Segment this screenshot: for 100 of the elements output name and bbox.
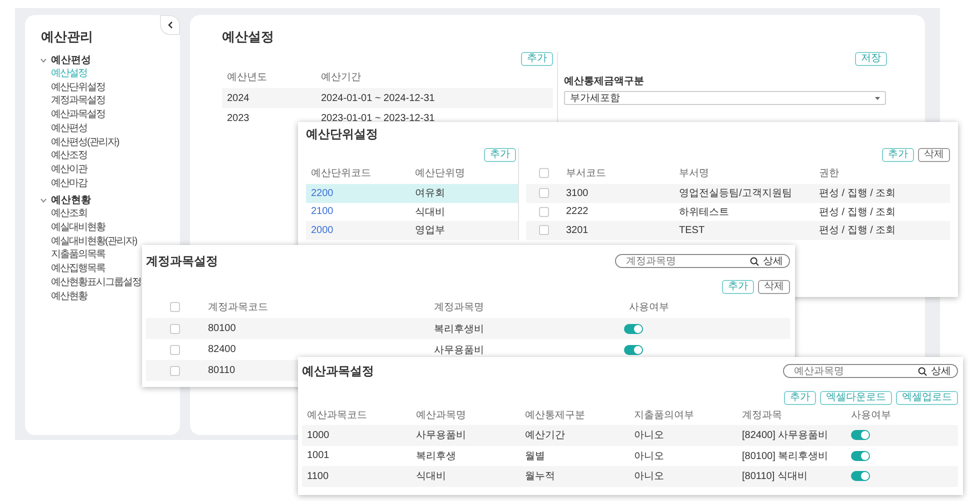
column-header: 계정과목코드 <box>207 301 269 314</box>
menu-group[interactable]: 예산현황 <box>51 193 91 208</box>
table-cell: 2100 <box>311 206 334 218</box>
table-cell-text: 복리후생 <box>416 450 456 463</box>
checkbox[interactable] <box>538 206 548 217</box>
checkbox[interactable] <box>538 225 548 236</box>
menu-group[interactable]: 예산편성 <box>51 53 91 67</box>
button[interactable]: 삭제 <box>918 148 950 162</box>
collapse-button[interactable] <box>160 15 180 35</box>
table-cell-text: 식대비 <box>415 206 445 219</box>
search-icon[interactable] <box>918 366 927 376</box>
table-row[interactable]: 2100 식대비 <box>306 202 518 221</box>
table-cell: 2024-01-01 ~ 2024-12-31 <box>321 92 435 104</box>
table-cell-text: 편성 / 집행 / 조회 <box>819 187 896 200</box>
column-header: 사용여부 <box>850 409 892 422</box>
table-cell: 80110 <box>208 365 236 376</box>
field-label: 예산통제금액구분 <box>564 75 644 88</box>
table-cell: 2200 <box>311 188 334 199</box>
table-cell: 2024 <box>227 92 250 104</box>
column-header: 지출품의여부 <box>633 409 695 422</box>
toggle-switch[interactable] <box>851 450 870 461</box>
table-cell: 2000 <box>311 224 334 236</box>
table-cell-text: [82400] 사무용품비 <box>742 429 828 442</box>
checkbox[interactable] <box>170 302 180 312</box>
table-cell-text: 편성 / 집행 / 조회 <box>819 206 896 219</box>
column-header: 예산기간 <box>320 71 362 84</box>
checkbox[interactable] <box>538 168 548 178</box>
column-header: 계정과목명 <box>433 301 485 314</box>
table-row[interactable]: 2000 영업부 <box>306 221 518 240</box>
table-cell-text: 월누적 <box>525 470 555 484</box>
toggle-switch[interactable] <box>851 471 870 482</box>
window-title: 예산과목설정 <box>302 363 374 379</box>
table-cell: 3100 <box>566 188 588 199</box>
detail-link[interactable]: 상세 <box>763 254 783 268</box>
menu-item[interactable]: 예산단위설정 <box>51 80 105 94</box>
checkbox[interactable] <box>170 344 180 354</box>
column-header: 부서코드 <box>565 167 607 180</box>
menu-item[interactable]: 예실대비현황 <box>51 221 105 235</box>
menu-item[interactable]: 예실대비현황(관리자) <box>51 234 137 248</box>
column-header: 예산단위코드 <box>310 167 372 180</box>
table-cell: 3201 <box>566 224 588 236</box>
menu-item[interactable]: 예산마감 <box>51 176 87 190</box>
chevron-down-icon[interactable] <box>40 56 47 64</box>
checkbox[interactable] <box>538 188 548 198</box>
table-cell-text: [80100] 복리후생비 <box>742 450 828 463</box>
toggle-switch[interactable] <box>624 324 643 334</box>
menu-item[interactable]: 예산편성 <box>51 122 87 136</box>
table-cell-text: 아니오 <box>634 450 664 463</box>
search-field[interactable]: 계정과목명 상세 <box>615 254 790 268</box>
column-header: 권한 <box>818 167 840 180</box>
menu-item[interactable]: 예산과목설정 <box>51 108 105 122</box>
dropdown-value: 부가세포함 <box>570 92 620 105</box>
column-header: 예산단위명 <box>414 167 466 180</box>
table-cell-text: 아니오 <box>634 470 664 484</box>
table-cell: 2023-01-01 ~ 2023-12-31 <box>321 112 435 124</box>
toggle-switch[interactable] <box>851 430 870 440</box>
table-cell: 2222 <box>566 206 588 218</box>
menu-item[interactable]: 예산현황표시그룹설정 <box>51 276 141 290</box>
button[interactable]: 삭제 <box>758 280 790 294</box>
toggle-switch[interactable] <box>624 344 643 354</box>
table-cell: 1000 <box>307 430 330 441</box>
chevron-left-icon <box>167 21 173 29</box>
checkbox[interactable] <box>170 366 180 376</box>
table-row[interactable]: 2200 여유회 <box>306 184 518 202</box>
table-cell-text: 복리후생비 <box>434 322 484 336</box>
menu-item[interactable]: 예산조회 <box>51 207 87 222</box>
search-field[interactable]: 예산과목명 상세 <box>783 364 958 378</box>
sidebar-title: 예산관리 <box>41 29 93 45</box>
table-cell: 1001 <box>307 450 330 462</box>
chevron-down-icon[interactable] <box>40 196 47 204</box>
table-cell-text: 편성 / 집행 / 조회 <box>819 224 896 238</box>
menu-item[interactable]: 계정과목설정 <box>51 94 105 108</box>
table-cell-text: 여유회 <box>415 187 445 200</box>
column-header: 예산과목명 <box>415 409 467 422</box>
table-cell: 82400 <box>208 344 236 355</box>
menu-item[interactable]: 예산현황 <box>51 290 87 304</box>
detail-link[interactable]: 상세 <box>931 364 951 378</box>
page-title: 예산설정 <box>222 29 274 45</box>
table-cell-text: 예산기간 <box>525 429 565 442</box>
table-cell: 80100 <box>208 323 236 334</box>
dropdown[interactable]: 부가세포함 <box>564 91 886 105</box>
menu-item[interactable]: 예산편성(관리자) <box>51 136 119 150</box>
window-title: 계정과목설정 <box>146 253 218 269</box>
menu-item[interactable]: 예산조정 <box>51 149 87 163</box>
menu-item[interactable]: 예산집행목록 <box>51 262 105 276</box>
table-cell-text: 식대비 <box>416 470 446 484</box>
table-cell: TEST <box>679 224 705 236</box>
table-cell-text: 사무용품비 <box>434 344 484 356</box>
caret-down-icon <box>875 96 880 100</box>
table-cell-text: 하위테스트 <box>679 206 729 219</box>
table-cell: 1100 <box>307 470 329 482</box>
column-header: 예산과목코드 <box>306 409 368 422</box>
table-cell-text: 영업부 <box>415 224 445 238</box>
checkbox[interactable] <box>170 324 180 334</box>
window-title: 예산단위설정 <box>306 126 378 142</box>
column-header: 사용여부 <box>628 301 670 314</box>
menu-item[interactable]: 예산이관 <box>51 162 87 177</box>
search-icon[interactable] <box>750 256 759 266</box>
menu-item[interactable]: 지출품의목록 <box>51 248 105 262</box>
column-header: 부서명 <box>678 167 710 180</box>
